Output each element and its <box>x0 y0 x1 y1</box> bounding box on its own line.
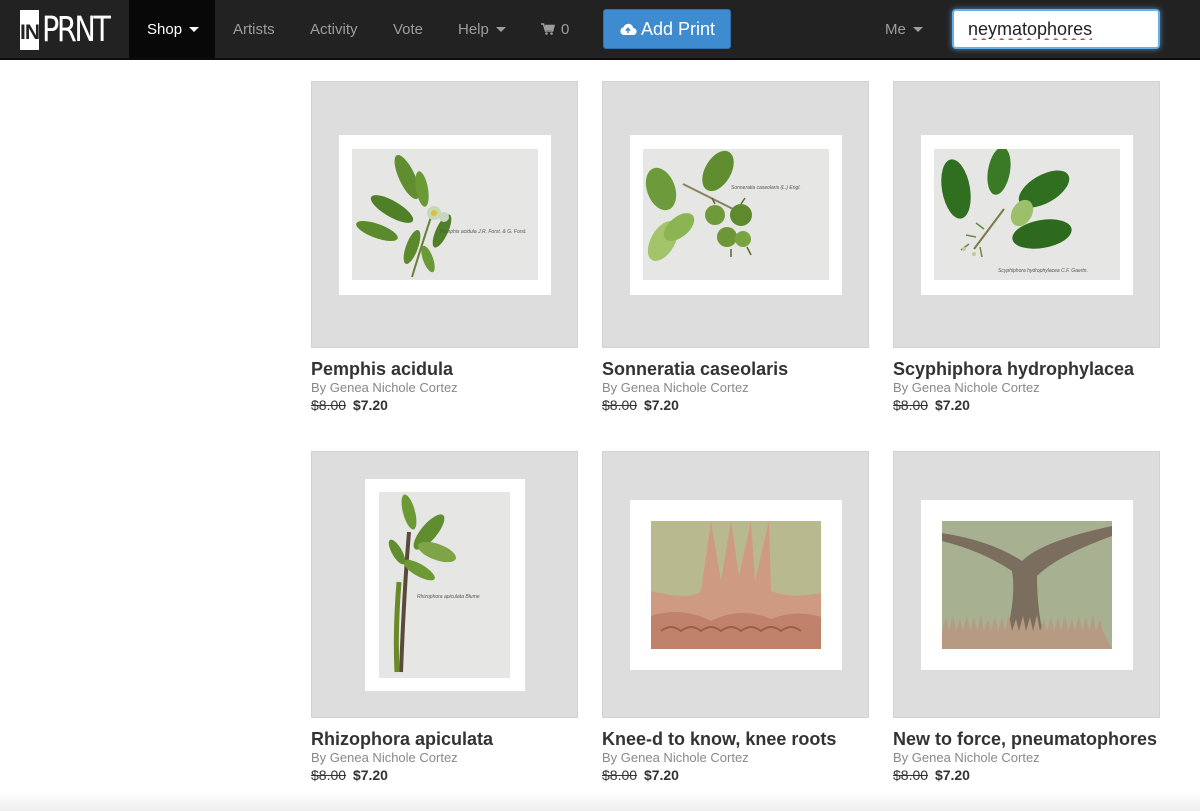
nav-me-label: Me <box>885 20 906 38</box>
sonneratia-plant-illustration <box>645 150 752 261</box>
nav-help-dropdown[interactable]: Help <box>458 0 506 58</box>
nav-help-label: Help <box>458 20 489 38</box>
page-bottom-edge <box>0 792 1200 811</box>
print-artwork <box>651 521 821 649</box>
nav-me-dropdown[interactable]: Me <box>885 0 923 58</box>
product-price: $8.00 $7.20 <box>893 767 1160 783</box>
product-price: $8.00 $7.20 <box>311 767 578 783</box>
sale-price: $7.20 <box>934 397 970 413</box>
add-print-label: Add Print <box>640 18 716 39</box>
print-mat: Rhizophora apiculata Blume <box>365 479 525 691</box>
cart-count: 0 <box>561 20 570 38</box>
original-price: $8.00 <box>893 397 929 413</box>
artwork-caption: Pemphis acidula J.R. Forst. & G. Forst. <box>440 229 527 235</box>
print-mat <box>630 500 842 670</box>
product-artist[interactable]: By Genea Nichole Cortez <box>311 380 578 396</box>
product-card[interactable]: Knee-d to know, knee roots By Genea Nich… <box>602 451 869 783</box>
original-price: $8.00 <box>311 397 347 413</box>
caret-down-icon <box>189 26 200 32</box>
nav-vote-label: Vote <box>393 20 424 38</box>
logo-prnt-text: PRNT <box>42 10 111 50</box>
product-price: $8.00 $7.20 <box>893 397 1160 413</box>
print-artwork <box>942 521 1112 649</box>
product-title[interactable]: Scyphiphora hydrophylacea <box>893 359 1160 380</box>
product-price: $8.00 $7.20 <box>602 767 869 783</box>
product-card[interactable]: Rhizophora apiculata Blume Rhizophora ap… <box>311 451 578 783</box>
print-artwork: Sonneratia caseolaris (L.) Engl. <box>643 149 829 280</box>
product-card[interactable]: Sonneratia caseolaris (L.) Engl. Sonnera… <box>602 81 869 413</box>
product-thumbnail[interactable] <box>602 451 869 718</box>
product-thumbnail[interactable]: Pemphis acidula J.R. Forst. & G. Forst. <box>311 81 578 348</box>
top-navbar: IN PRNT Shop Artists Activity Vote Help … <box>0 0 1200 60</box>
search-input[interactable] <box>968 18 1144 40</box>
print-mat: Pemphis acidula J.R. Forst. & G. Forst. <box>339 135 551 295</box>
product-artist[interactable]: By Genea Nichole Cortez <box>893 380 1160 396</box>
knee-roots-illustration <box>651 521 821 649</box>
nav-shop-dropdown[interactable]: Shop <box>129 0 215 58</box>
product-card[interactable]: New to force, pneumatophores By Genea Ni… <box>893 451 1160 783</box>
cloud-upload-icon <box>620 23 637 36</box>
sale-price: $7.20 <box>643 767 679 783</box>
product-price: $8.00 $7.20 <box>311 397 578 413</box>
caret-down-icon <box>495 26 506 32</box>
product-artist[interactable]: By Genea Nichole Cortez <box>602 750 869 766</box>
artwork-caption: Rhizophora apiculata Blume <box>417 594 480 600</box>
artwork-caption: Scyphiphora hydrophylacea C.F. Gaertn. <box>998 268 1088 274</box>
nav-artists-link[interactable]: Artists <box>233 0 275 58</box>
product-thumbnail[interactable]: Rhizophora apiculata Blume <box>311 451 578 718</box>
logo-in-box: IN <box>20 10 40 50</box>
product-thumbnail[interactable] <box>893 451 1160 718</box>
nav-activity-link[interactable]: Activity <box>310 0 358 58</box>
nav-artists-label: Artists <box>233 20 275 38</box>
sale-price: $7.20 <box>643 397 679 413</box>
print-artwork: Rhizophora apiculata Blume <box>379 492 510 678</box>
product-thumbnail[interactable]: Scyphiphora hydrophylacea C.F. Gaertn. <box>893 81 1160 348</box>
print-mat <box>921 500 1133 670</box>
product-title[interactable]: Sonneratia caseolaris <box>602 359 869 380</box>
caret-down-icon <box>912 26 923 32</box>
print-mat: Sonneratia caseolaris (L.) Engl. <box>630 135 842 295</box>
product-artist[interactable]: By Genea Nichole Cortez <box>602 380 869 396</box>
nav-vote-link[interactable]: Vote <box>393 0 423 58</box>
pneumatophores-illustration <box>942 521 1112 649</box>
sale-price: $7.20 <box>352 767 388 783</box>
original-price: $8.00 <box>602 397 638 413</box>
nav-cart-link[interactable]: 0 <box>541 0 569 58</box>
pemphis-plant-illustration <box>356 154 452 278</box>
original-price: $8.00 <box>311 767 347 783</box>
add-print-button[interactable]: Add Print <box>603 9 731 49</box>
product-card[interactable]: Scyphiphora hydrophylacea C.F. Gaertn. S… <box>893 81 1160 413</box>
nav-shop-label: Shop <box>147 20 183 38</box>
print-artwork: Scyphiphora hydrophylacea C.F. Gaertn. <box>934 149 1120 280</box>
product-artist[interactable]: By Genea Nichole Cortez <box>893 750 1160 766</box>
sale-price: $7.20 <box>352 397 388 413</box>
print-artwork: Pemphis acidula J.R. Forst. & G. Forst. <box>352 149 538 280</box>
product-price: $8.00 $7.20 <box>602 397 869 413</box>
print-mat: Scyphiphora hydrophylacea C.F. Gaertn. <box>921 135 1133 295</box>
product-artist[interactable]: By Genea Nichole Cortez <box>311 750 578 766</box>
search-box[interactable] <box>952 9 1160 49</box>
original-price: $8.00 <box>893 767 929 783</box>
shopping-cart-icon <box>541 23 555 35</box>
sale-price: $7.20 <box>934 767 970 783</box>
product-title[interactable]: New to force, pneumatophores <box>893 729 1160 750</box>
product-thumbnail[interactable]: Sonneratia caseolaris (L.) Engl. <box>602 81 869 348</box>
product-card[interactable]: Pemphis acidula J.R. Forst. & G. Forst. … <box>311 81 578 413</box>
artwork-caption: Sonneratia caseolaris (L.) Engl. <box>731 185 801 191</box>
product-title[interactable]: Pemphis acidula <box>311 359 578 380</box>
product-title[interactable]: Rhizophora apiculata <box>311 729 578 750</box>
nav-activity-label: Activity <box>310 20 358 38</box>
rhizophora-plant-illustration <box>388 494 456 673</box>
product-title[interactable]: Knee-d to know, knee roots <box>602 729 869 750</box>
scyphiphora-plant-illustration <box>941 149 1072 258</box>
original-price: $8.00 <box>602 767 638 783</box>
inprnt-logo[interactable]: IN PRNT <box>20 10 116 50</box>
